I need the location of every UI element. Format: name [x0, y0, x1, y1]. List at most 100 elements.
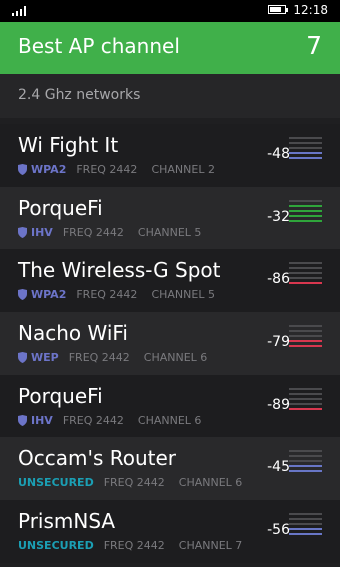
signal-bar [289, 142, 322, 144]
network-channel: CHANNEL 2 [151, 163, 215, 176]
signal-rssi: -56 [267, 522, 290, 539]
signal-bar [289, 450, 322, 453]
shield-icon [18, 164, 27, 175]
signal-strength-icon [12, 6, 26, 16]
network-ssid: Occam's Router [18, 446, 177, 471]
signal-bar [289, 402, 322, 405]
security-type: WPA2 [31, 288, 67, 302]
network-item[interactable]: PorqueFi IHV FREQ 2442 CHANNEL 6 -89 [0, 374, 340, 438]
signal-bar [289, 518, 322, 521]
signal-bar [289, 282, 322, 285]
network-meta: WPA2 FREQ 2442 CHANNEL 5 [18, 288, 215, 301]
signal-bar [289, 267, 322, 270]
network-channel: CHANNEL 7 [178, 539, 243, 553]
network-channel: CHANNEL 6 [178, 476, 243, 490]
signal-bar [289, 330, 322, 333]
signal-rssi: -86 [267, 271, 290, 288]
signal-bar [289, 470, 322, 473]
signal-bar [289, 262, 322, 265]
security-type: WPA2 [31, 163, 67, 176]
battery-icon [268, 5, 288, 14]
signal-bars-icon [289, 262, 322, 287]
security-type: IHV [31, 413, 53, 427]
network-ssid: The Wireless-G Spot [18, 258, 221, 283]
network-channel: CHANNEL 6 [143, 351, 208, 365]
signal-bar [289, 340, 322, 343]
network-ssid: Nacho WiFi [18, 321, 128, 346]
shield-icon [18, 352, 27, 364]
status-bar: 12:18 [0, 0, 340, 22]
signal-bar [289, 152, 322, 154]
network-frequency: FREQ 2442 [68, 351, 130, 365]
signal-bar [289, 523, 322, 526]
signal-bar [289, 209, 322, 212]
network-meta: WEP FREQ 2442 CHANNEL 6 [18, 351, 207, 364]
signal-bar [289, 392, 322, 395]
section-title: 2.4 Ghz networks [18, 87, 141, 103]
security-type: WEP [31, 351, 59, 365]
signal-rssi: -79 [267, 334, 290, 351]
network-frequency: FREQ 2442 [103, 539, 165, 553]
network-frequency: FREQ 2442 [62, 225, 124, 239]
network-item[interactable]: The Wireless-G Spot WPA2 FREQ 2442 CHANNEL … [0, 249, 340, 313]
network-frequency: FREQ 2442 [62, 413, 124, 427]
network-channel: CHANNEL 6 [137, 413, 202, 427]
network-frequency: FREQ 2442 [103, 476, 165, 490]
best-channel-value: 7 [306, 31, 322, 60]
signal-bar [289, 157, 322, 159]
section-header: 2.4 Ghz networks [0, 74, 340, 118]
network-meta: UNSECURED FREQ 2442 CHANNEL 6 [18, 476, 242, 489]
signal-bar [289, 455, 322, 458]
network-ssid: Wi Fight It [18, 133, 119, 157]
signal-rssi: -32 [267, 208, 290, 225]
signal-bar [289, 397, 322, 400]
network-meta: WPA2 FREQ 2442 CHANNEL 2 [18, 163, 215, 176]
network-frequency: FREQ 2442 [76, 288, 138, 302]
signal-bar [289, 407, 322, 410]
network-meta: IHV FREQ 2442 CHANNEL 6 [18, 414, 201, 427]
network-ssid: PorqueFi [18, 195, 103, 220]
signal-rssi: -45 [267, 459, 290, 476]
signal-bar [289, 147, 322, 149]
signal-bars-icon [289, 513, 322, 538]
signal-bar [289, 137, 322, 139]
signal-bars-icon [289, 137, 322, 162]
page-title: Best AP channel [18, 34, 180, 58]
security-type: IHV [31, 225, 53, 239]
network-ssid: PorqueFi [18, 383, 103, 408]
signal-bar [289, 277, 322, 280]
signal-bar [289, 465, 322, 468]
network-meta: IHV FREQ 2442 CHANNEL 5 [18, 226, 201, 239]
network-meta: UNSECURED FREQ 2442 CHANNEL 7 [18, 539, 242, 552]
app-header: Best AP channel 7 [0, 22, 340, 74]
signal-rssi: -48 [267, 146, 290, 162]
network-list: Wi Fight It WPA2 FREQ 2442 CHANNEL 2 -48 Porq… [0, 124, 340, 563]
signal-bars-icon [289, 450, 322, 475]
network-item[interactable]: Wi Fight It WPA2 FREQ 2442 CHANNEL 2 -48 [0, 124, 340, 187]
network-item[interactable]: PrismNSA UNSECURED FREQ 2442 CHANNEL 7 -56 [0, 500, 340, 563]
signal-bars-icon [289, 199, 322, 225]
network-channel: CHANNEL 5 [137, 225, 202, 239]
signal-bar [289, 528, 322, 531]
shield-icon [18, 414, 27, 426]
signal-bar [289, 513, 322, 516]
network-frequency: FREQ 2442 [76, 163, 138, 176]
signal-bar [289, 199, 322, 202]
signal-bars-icon [289, 325, 322, 350]
signal-bars-icon [289, 387, 322, 413]
signal-bar [289, 335, 322, 338]
status-time: 12:18 [293, 3, 328, 17]
security-type: UNSECURED [18, 476, 94, 490]
signal-bar [289, 325, 322, 328]
signal-bar [289, 204, 322, 207]
network-item[interactable]: Nacho WiFi WEP FREQ 2442 CHANNEL 6 -79 [0, 312, 340, 375]
signal-bar [289, 272, 322, 275]
network-item[interactable]: PorqueFi IHV FREQ 2442 CHANNEL 5 -32 [0, 186, 340, 250]
network-item[interactable]: Occam's Router UNSECURED FREQ 2442 CHANNEL … [0, 437, 340, 501]
security-type: UNSECURED [18, 539, 94, 553]
signal-bar [289, 387, 322, 390]
signal-bar [289, 214, 322, 217]
signal-bar [289, 219, 322, 222]
signal-bar [289, 345, 322, 348]
signal-bar [289, 460, 322, 463]
